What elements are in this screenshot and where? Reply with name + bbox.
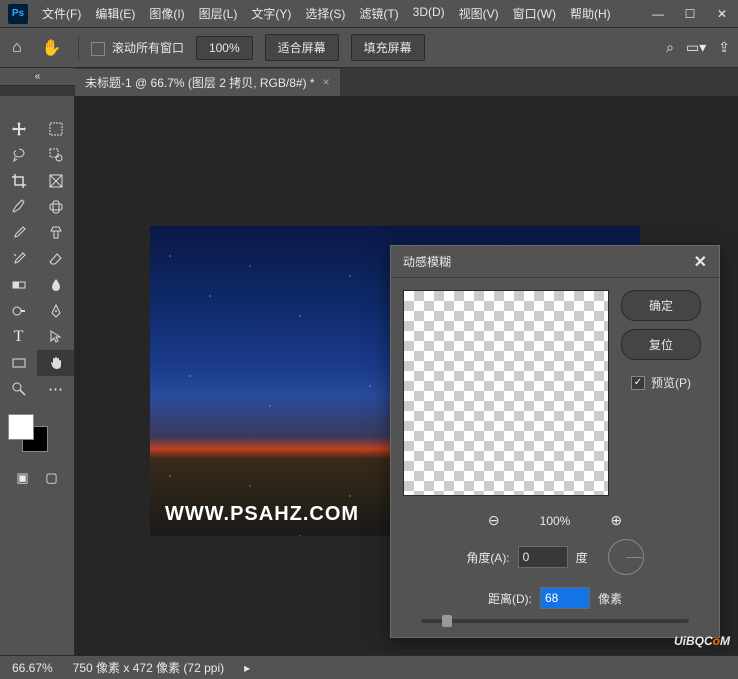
- status-chevron-icon[interactable]: ▸: [244, 661, 250, 675]
- window-controls: — ☐ ✕: [642, 0, 738, 28]
- expand-panels-button[interactable]: «: [0, 68, 75, 86]
- canvas-watermark: WWW.PSAHZ.COM: [165, 503, 359, 526]
- options-bar: ⌂ ✋ 滚动所有窗口 100% 适合屏幕 填充屏幕 ⌕ ▭▾ ⇪: [0, 28, 738, 68]
- dialog-zoom-value: 100%: [540, 514, 571, 528]
- share-icon[interactable]: ⇪: [718, 39, 730, 56]
- menu-view[interactable]: 视图(V): [453, 1, 505, 26]
- angle-input[interactable]: [518, 546, 568, 568]
- menu-filter[interactable]: 滤镜(T): [353, 1, 404, 26]
- dodge-tool[interactable]: [0, 298, 37, 324]
- menu-layer[interactable]: 图层(L): [193, 1, 244, 26]
- menu-select[interactable]: 选择(S): [299, 1, 351, 26]
- menu-help[interactable]: 帮助(H): [564, 1, 617, 26]
- menu-3d[interactable]: 3D(D): [407, 1, 451, 26]
- zoom-in-icon[interactable]: ⊕: [610, 512, 622, 529]
- angle-dial[interactable]: [608, 539, 644, 575]
- toolbar: T ⋯ ▣ ▢: [0, 96, 75, 655]
- ps-logo: Ps: [8, 4, 28, 24]
- dialog-titlebar[interactable]: 动感模糊 ✕: [391, 246, 719, 278]
- tab-active-document[interactable]: 未标题-1 @ 66.7% (图层 2 拷贝, RGB/8#) * ×: [75, 69, 340, 96]
- distance-input[interactable]: [540, 587, 590, 609]
- blur-tool[interactable]: [37, 272, 74, 298]
- menu-type[interactable]: 文字(Y): [245, 1, 297, 26]
- workspace-icon[interactable]: ▭▾: [686, 39, 706, 56]
- distance-label: 距离(D):: [488, 590, 532, 607]
- lasso-tool[interactable]: [0, 142, 37, 168]
- gradient-tool[interactable]: [0, 272, 37, 298]
- home-icon[interactable]: ⌂: [8, 35, 26, 61]
- maximize-button[interactable]: ☐: [674, 0, 706, 28]
- dialog-preview[interactable]: [403, 290, 609, 496]
- dialog-title-text: 动感模糊: [403, 253, 694, 270]
- path-select-tool[interactable]: [37, 324, 74, 350]
- titlebar: Ps 文件(F) 编辑(E) 图像(I) 图层(L) 文字(Y) 选择(S) 滤…: [0, 0, 738, 28]
- divider: [78, 36, 79, 60]
- edit-toolbar-button[interactable]: ⋯: [37, 376, 74, 402]
- scroll-all-label: 滚动所有窗口: [112, 41, 184, 55]
- minimize-button[interactable]: —: [642, 0, 674, 28]
- slider-thumb[interactable]: [442, 615, 452, 627]
- document-tabs: 未标题-1 @ 66.7% (图层 2 拷贝, RGB/8#) * ×: [0, 68, 738, 96]
- screen-mode-icon[interactable]: ▢: [45, 470, 57, 486]
- spot-heal-tool[interactable]: [37, 194, 74, 220]
- checkbox-icon[interactable]: [91, 42, 105, 56]
- preview-checkbox[interactable]: ✓ 预览(P): [631, 374, 691, 391]
- quick-mask-icon[interactable]: ▣: [16, 470, 28, 486]
- history-brush-tool[interactable]: [0, 246, 37, 272]
- zoom-tool[interactable]: [0, 376, 37, 402]
- checkbox-checked-icon[interactable]: ✓: [631, 376, 645, 390]
- text-tool[interactable]: T: [0, 324, 37, 350]
- menu-file[interactable]: 文件(F): [36, 1, 87, 26]
- menubar: 文件(F) 编辑(E) 图像(I) 图层(L) 文字(Y) 选择(S) 滤镜(T…: [36, 1, 642, 26]
- fit-screen-button[interactable]: 适合屏幕: [265, 34, 339, 61]
- pen-tool[interactable]: [37, 298, 74, 324]
- reset-button[interactable]: 复位: [621, 329, 701, 360]
- brush-tool[interactable]: [0, 220, 37, 246]
- angle-unit: 度: [576, 549, 588, 566]
- dialog-close-icon[interactable]: ✕: [694, 252, 707, 272]
- ok-button[interactable]: 确定: [621, 290, 701, 321]
- distance-slider[interactable]: [421, 619, 689, 623]
- options-right-icons: ⌕ ▭▾ ⇪: [666, 39, 730, 56]
- slice-tool[interactable]: [37, 168, 74, 194]
- tab-close-icon[interactable]: ×: [323, 75, 330, 89]
- menu-window[interactable]: 窗口(W): [507, 1, 562, 26]
- clone-tool[interactable]: [37, 220, 74, 246]
- status-zoom[interactable]: 66.67%: [12, 661, 53, 675]
- scroll-all-windows-option[interactable]: 滚动所有窗口: [91, 39, 184, 56]
- eyedropper-tool[interactable]: [0, 194, 37, 220]
- status-doc-info[interactable]: 750 像素 x 472 像素 (72 ppi): [73, 659, 224, 676]
- close-window-button[interactable]: ✕: [706, 0, 738, 28]
- move-tool[interactable]: [0, 116, 37, 142]
- color-swatches: [8, 414, 66, 454]
- brand-watermark: UiBQCoM: [674, 628, 730, 651]
- preview-label: 预览(P): [651, 374, 691, 391]
- foreground-color-swatch[interactable]: [8, 414, 34, 440]
- crop-tool[interactable]: [0, 168, 37, 194]
- motion-blur-dialog: 动感模糊 ✕ 确定 复位 ✓ 预览(P) ⊖ 100% ⊕ 角度(A): 度 距…: [390, 245, 720, 638]
- zoom-value-button[interactable]: 100%: [196, 36, 253, 60]
- marquee-tool[interactable]: [37, 116, 74, 142]
- distance-unit: 像素: [598, 590, 622, 607]
- hand-tool[interactable]: [37, 350, 74, 376]
- shape-tool[interactable]: [0, 350, 37, 376]
- angle-label: 角度(A):: [466, 549, 509, 566]
- statusbar: 66.67% 750 像素 x 472 像素 (72 ppi) ▸: [0, 655, 738, 679]
- menu-edit[interactable]: 编辑(E): [89, 1, 141, 26]
- eraser-tool[interactable]: [37, 246, 74, 272]
- fill-screen-button[interactable]: 填充屏幕: [351, 34, 425, 61]
- search-icon[interactable]: ⌕: [666, 39, 674, 56]
- menu-image[interactable]: 图像(I): [143, 1, 190, 26]
- zoom-out-icon[interactable]: ⊖: [488, 512, 500, 529]
- tab-label: 未标题-1 @ 66.7% (图层 2 拷贝, RGB/8#) *: [85, 74, 315, 91]
- hand-tool-icon[interactable]: ✋: [38, 34, 66, 62]
- quick-select-tool[interactable]: [37, 142, 74, 168]
